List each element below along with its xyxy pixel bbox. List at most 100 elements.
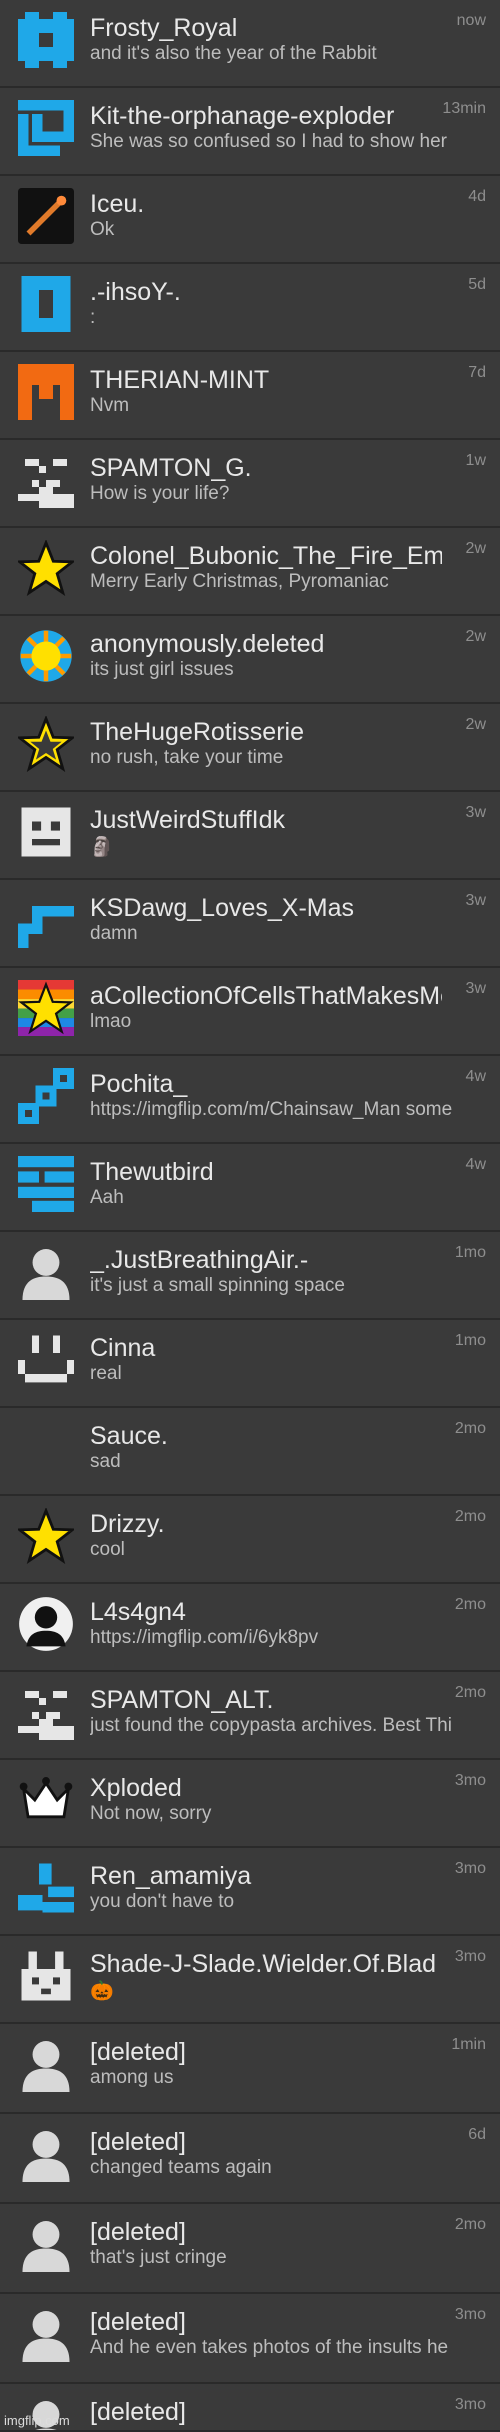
conversation-preview: And he even takes photos of the insults … [90,2337,449,2358]
conversation-row[interactable]: Kit-the-orphanage-exploder She was so con… [0,88,500,176]
conversation-time: 2w [465,540,486,557]
conversation-row[interactable]: [deleted]yo 3mo [0,2384,500,2432]
conversation-preview: yo [90,2427,482,2430]
conversation-preview: no rush, take your time [90,747,284,768]
conversation-time: 1mo [454,1332,486,1349]
conversation-name: Pochita_ [90,1070,188,1098]
conversation-preview: Nvm [90,395,130,416]
conversation-name: aCollectionOfCellsThatMakesMe [90,982,442,1010]
pixel-face-icon [18,1684,74,1740]
pixel-face-icon [18,452,74,508]
conversation-time: 3w [465,804,486,821]
conversation-preview: 🎃 [90,1981,114,2002]
conversation-name: TheHugeRotisserie [90,718,304,746]
conversation-row[interactable]: THERIAN-MINT Nvm 7d [0,352,500,440]
conversation-row[interactable]: SPAMTON_ALT. just found the copypasta arc… [0,1672,500,1760]
default-user-icon [18,2036,74,2092]
conversation-row[interactable]: Shade-J-Slade.Wielder.Of.Blad 🎃 3mo [0,1936,500,2024]
conversation-time: 6d [468,2126,486,2143]
conversation-name: Cinna [90,1334,156,1362]
conversation-row[interactable]: .-ihsoY-.: 5d [0,264,500,352]
robot-face-icon [18,804,74,860]
conversation-name: Xploded [90,1774,182,1802]
conversation-preview: https://imgflip.com/i/6yk8pv [90,1627,319,1648]
conversation-time: 13min [442,100,486,117]
conversation-row[interactable]: [deleted] that's just cringe 2mo [0,2204,500,2294]
conversation-preview: it's just a small spinning space [90,1275,345,1296]
conversation-name: Thewutbird [90,1158,214,1186]
conversation-row[interactable]: L4s4gn4 https://imgflip.com/i/6yk8pv 2mo [0,1584,500,1672]
conversation-preview: just found the copypasta archives. Best … [90,1715,452,1736]
conversation-row[interactable]: Frosty_Royal and it's also the year of th… [0,0,500,88]
rainbow-star-icon [18,980,74,1036]
conversation-row[interactable]: JustWeirdStuffIdk 🗿 3w [0,792,500,880]
conversation-preview: damn [90,923,138,944]
conversation-name: .-ihsoY-. [90,278,181,306]
conversation-preview: How is your life? [90,483,230,504]
conversation-name: Drizzy. [90,1510,165,1538]
conversation-row[interactable]: Pochita_ https://imgflip.com/m/Chainsaw_M… [0,1056,500,1144]
yellow-star-icon [18,1508,74,1564]
blue-hook-icon [18,892,74,948]
conversation-time: 4w [465,1068,486,1085]
conversation-name: SPAMTON_ALT. [90,1686,274,1714]
conversation-row[interactable]: [deleted] among us 1min [0,2024,500,2114]
conversation-preview: among us [90,2067,174,2088]
bust-user-icon [18,1596,74,1652]
conversation-row[interactable]: SPAMTON_G. How is your life? 1w [0,440,500,528]
blue-diagonal-icon [18,1068,74,1124]
conversation-row[interactable]: Cinna real 1mo [0,1320,500,1408]
smile-face-icon [18,1332,74,1388]
conversation-name: JustWeirdStuffIdk [90,806,285,834]
conversation-preview: that's just cringe [90,2247,227,2268]
conversation-name: Shade-J-Slade.Wielder.Of.Blad [90,1950,437,1978]
conversation-row[interactable]: anonymously.deleted its just girl issues 2… [0,616,500,704]
conversation-row[interactable]: Xploded Not now, sorry 3mo [0,1760,500,1848]
conversation-name: [deleted] [90,2218,186,2246]
conversation-preview: lmao [90,1011,132,1032]
blue-blocks-icon [18,1860,74,1916]
conversation-name: [deleted] [90,2038,186,2066]
conversation-time: 3mo [454,2396,486,2413]
conversation-row[interactable]: Sauce. sad 2mo [0,1408,500,1496]
conversation-preview: Aah [90,1187,124,1208]
conversation-name: Sauce. [90,1422,168,1450]
conversation-row[interactable]: Ren_amamiya you don't have to 3mo [0,1848,500,1936]
conversation-row[interactable]: KSDawg_Loves_X-Mas damn 3w [0,880,500,968]
conversation-row[interactable]: TheHugeRotisserie no rush, take your time… [0,704,500,792]
conversation-row[interactable]: Thewutbird Aah 4w [0,1144,500,1232]
orange-m-icon [18,364,74,420]
blue-s-icon [18,1156,74,1212]
bunny-face-icon [18,1948,74,2004]
conversation-preview: and it's also the year of the Rabbit [90,43,377,64]
conversation-row[interactable]: Iceu. Ok 4d [0,176,500,264]
conversation-preview: Not now, sorry [90,1803,212,1824]
conversation-name: Ren_amamiya [90,1862,252,1890]
conversation-time: 5d [468,276,486,293]
conversation-row[interactable]: _.JustBreathingAir.- it's just a small sp… [0,1232,500,1320]
conversation-preview: real [90,1363,122,1384]
conversation-time: 4w [465,1156,486,1173]
conversation-row[interactable]: aCollectionOfCellsThatMakesMe lmao 3w [0,968,500,1056]
conversation-time: 7d [468,364,486,381]
conversation-name: Iceu. [90,190,145,218]
default-user-icon [18,2306,74,2362]
conversation-row[interactable]: Colonel_Bubonic_The_Fire_Em Merry Early C… [0,528,500,616]
star-outline-icon [18,716,74,772]
conversation-preview: : [90,307,96,328]
conversation-time: 3mo [454,2306,486,2323]
conversation-row[interactable]: [deleted] And he even takes photos of the… [0,2294,500,2384]
conversation-name: SPAMTON_G. [90,454,252,482]
blue-spiral-icon [18,100,74,156]
conversation-time: 3mo [454,1860,486,1877]
conversation-row[interactable]: [deleted] changed teams again 6d [0,2114,500,2204]
conversation-time: 4d [468,188,486,205]
conversation-time: 1mo [454,1244,486,1261]
conversation-time: 2w [465,628,486,645]
conversation-time: 2w [465,716,486,733]
conversation-preview: https://imgflip.com/m/Chainsaw_Man some [90,1099,453,1120]
conversation-row[interactable]: Drizzy. cool 2mo [0,1496,500,1584]
conversation-name: L4s4gn4 [90,1598,186,1626]
crown-icon [18,1772,74,1828]
conversation-time: 3mo [454,1772,486,1789]
